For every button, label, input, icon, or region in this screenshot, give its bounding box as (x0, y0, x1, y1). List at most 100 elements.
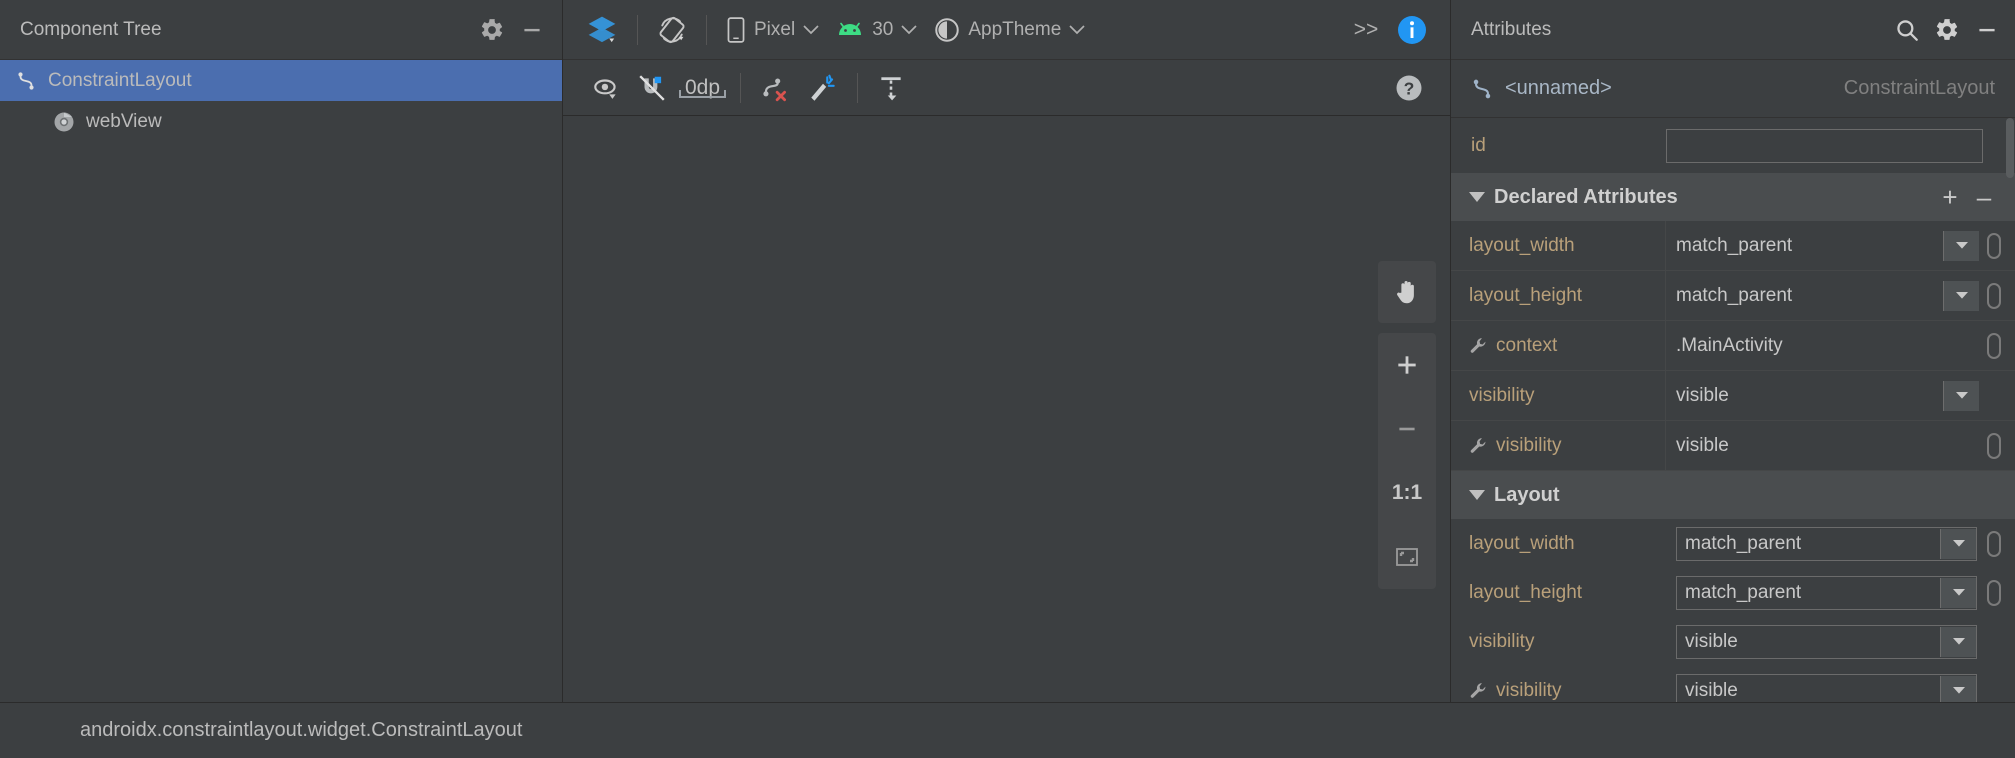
attribute-key: visibility (1469, 630, 1535, 652)
device-selector[interactable]: Pixel (717, 8, 827, 52)
gear-icon[interactable] (472, 10, 512, 50)
component-tree-list: ConstraintLayout webView (0, 60, 562, 702)
toolbar-divider (706, 14, 707, 45)
toolbar-divider (857, 72, 859, 103)
help-icon[interactable]: ? (1386, 66, 1432, 110)
toolbar-divider (637, 14, 638, 45)
dropdown-arrow-icon[interactable] (1943, 230, 1979, 261)
resource-picker-icon[interactable] (1987, 282, 2001, 309)
svg-text:?: ? (1404, 78, 1415, 98)
status-bar-text: androidx.constraintlayout.widget.Constra… (80, 719, 523, 741)
attribute-row-tools-visibility: visibility visible (1451, 666, 2015, 702)
dropdown-arrow-icon[interactable] (1943, 380, 1979, 411)
attribute-value-cell[interactable]: visible (1666, 421, 2015, 470)
tree-node-constraintlayout[interactable]: ConstraintLayout (0, 60, 562, 101)
api-level-selector[interactable]: 30 (827, 8, 925, 52)
resource-picker-icon[interactable] (1987, 332, 2001, 359)
resource-picker-icon[interactable] (1987, 530, 2001, 557)
guidelines-icon[interactable] (868, 66, 914, 110)
default-margin-value[interactable]: 0dp (679, 76, 727, 100)
attribute-key-id: id (1471, 134, 1486, 156)
design-surface-panel: Pixel 30 AppTheme >> 0dp ? 1:1 (563, 0, 1450, 702)
autoconnect-off-icon[interactable] (629, 66, 675, 110)
api-level-label: 30 (872, 18, 894, 40)
attribute-value: .MainActivity (1676, 334, 1783, 356)
info-icon[interactable] (1388, 8, 1436, 52)
attribute-value-cell[interactable]: .MainActivity (1666, 321, 2015, 370)
zoom-actual-size-button[interactable]: 1:1 (1378, 461, 1436, 525)
attribute-value-cell[interactable]: match_parent (1666, 221, 2015, 270)
attribute-value-cell[interactable]: match_parent (1666, 271, 2015, 320)
attribute-row-tools-visibility: visibility visible (1451, 421, 2015, 471)
dropdown-arrow-icon[interactable] (1940, 528, 1976, 559)
section-title: Declared Attributes (1494, 185, 1678, 208)
attribute-combobox[interactable]: visible (1676, 624, 1977, 659)
zoom-out-button[interactable] (1378, 397, 1436, 461)
section-title: Layout (1494, 483, 1560, 506)
infer-constraints-icon[interactable] (799, 66, 847, 110)
remove-attribute-button[interactable]: – (1967, 180, 2001, 214)
attribute-value-cell[interactable]: match_parent (1666, 519, 2015, 568)
attribute-value-cell[interactable]: match_parent (1666, 568, 2015, 617)
chevron-down-icon (1469, 192, 1485, 202)
resource-picker-icon[interactable] (1987, 432, 2001, 459)
layers-icon[interactable] (577, 8, 627, 52)
attribute-value-cell[interactable]: visible (1666, 666, 2015, 702)
attribute-combobox[interactable]: match_parent (1676, 526, 1977, 561)
minimize-icon[interactable] (512, 10, 552, 50)
attribute-key: visibility (1496, 679, 1562, 701)
constraintlayout-icon (14, 69, 38, 93)
attributes-list: id Declared Attributes + – layout_width … (1451, 118, 2015, 702)
attribute-row-layout-height: layout_height match_parent (1451, 568, 2015, 617)
attribute-key: layout_height (1451, 271, 1666, 320)
attribute-value-cell[interactable]: visible (1666, 371, 2015, 420)
tree-node-label: webView (86, 110, 162, 132)
section-header-layout[interactable]: Layout (1451, 471, 2015, 519)
dropdown-arrow-icon[interactable] (1940, 675, 1976, 702)
resource-picker-icon[interactable] (1987, 232, 2001, 259)
attribute-key: context (1496, 334, 1558, 356)
zoom-in-button[interactable] (1378, 333, 1436, 397)
attribute-key: layout_width (1451, 221, 1666, 270)
design-canvas[interactable]: WebView (563, 116, 1450, 702)
dropdown-arrow-icon[interactable] (1943, 280, 1979, 311)
resource-picker-icon[interactable] (1987, 579, 2001, 606)
overflow-label: >> (1353, 17, 1379, 41)
webview-chrome-icon (52, 110, 76, 134)
attribute-value: visible (1685, 679, 1738, 701)
zoom-ratio-label: 1:1 (1391, 481, 1423, 504)
tree-node-webview[interactable]: webView (0, 101, 562, 142)
attribute-combobox[interactable]: visible (1676, 673, 1977, 702)
dropdown-arrow-icon[interactable] (1940, 626, 1976, 657)
attribute-row-context: context .MainActivity (1451, 321, 2015, 371)
attribute-key: visibility (1451, 371, 1666, 420)
clear-constraints-icon[interactable] (751, 66, 799, 110)
attribute-value: match_parent (1685, 581, 1802, 603)
section-header-declared-attributes[interactable]: Declared Attributes + – (1451, 173, 2015, 221)
theme-label: AppTheme (968, 18, 1062, 40)
pan-tool-button[interactable] (1378, 261, 1436, 323)
attribute-combobox[interactable]: match_parent (1676, 575, 1977, 610)
search-icon[interactable] (1887, 10, 1927, 50)
view-options-icon[interactable] (583, 66, 629, 110)
attribute-row-visibility: visibility visible (1451, 371, 2015, 421)
attribute-value-cell[interactable]: visible (1666, 617, 2015, 666)
toolbar-overflow-button[interactable]: >> (1344, 8, 1388, 52)
component-tree-panel: Component Tree ConstraintLayout webView (0, 0, 563, 702)
design-top-toolbar: Pixel 30 AppTheme >> (563, 0, 1450, 60)
zoom-to-fit-button[interactable] (1378, 525, 1436, 589)
status-bar: androidx.constraintlayout.widget.Constra… (0, 702, 2015, 758)
attributes-scrollbar[interactable] (2006, 118, 2014, 178)
dropdown-arrow-icon[interactable] (1940, 577, 1976, 608)
add-attribute-button[interactable]: + (1933, 180, 1967, 214)
attribute-value: match_parent (1685, 532, 1802, 554)
minimize-icon[interactable] (1967, 10, 2007, 50)
id-input[interactable] (1666, 128, 1983, 163)
attribute-row-visibility: visibility visible (1451, 617, 2015, 666)
theme-selector[interactable]: AppTheme (925, 8, 1093, 52)
android-studio-layout-editor: Component Tree ConstraintLayout webView … (0, 0, 2015, 758)
tools-wrench-icon (1469, 436, 1488, 455)
gear-icon[interactable] (1927, 10, 1967, 50)
rotate-device-icon[interactable] (648, 8, 696, 52)
tree-node-label: ConstraintLayout (48, 69, 192, 91)
